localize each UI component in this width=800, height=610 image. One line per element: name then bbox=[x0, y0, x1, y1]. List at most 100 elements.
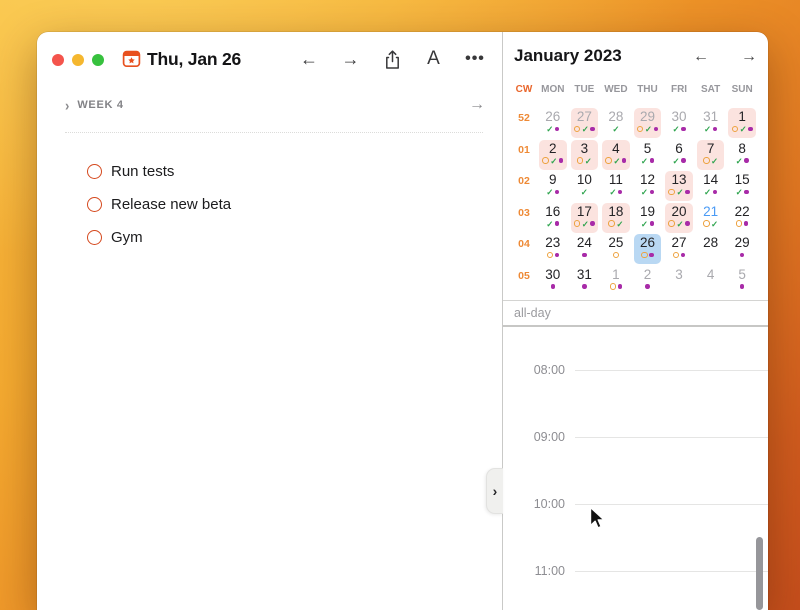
scrollbar-thumb[interactable] bbox=[756, 537, 763, 610]
open-task-circle-mark bbox=[547, 252, 554, 259]
sidebar-toggle-handle[interactable]: › bbox=[486, 468, 503, 514]
day-number: 3 bbox=[581, 141, 589, 156]
calendar-day-cell[interactable]: 30✓ bbox=[663, 108, 695, 140]
share-button[interactable] bbox=[379, 46, 405, 72]
calendar-day-cell[interactable]: 15✓ bbox=[726, 171, 758, 203]
calendar-day-cell[interactable]: 9✓ bbox=[537, 171, 569, 203]
hour-label: 09:00 bbox=[515, 430, 565, 444]
done-task-check-mark: ✓ bbox=[676, 219, 683, 229]
calendar-day-cell[interactable]: 1✓ bbox=[726, 108, 758, 140]
calendar-week-number: 04 bbox=[511, 234, 537, 266]
more-options-button[interactable]: ••• bbox=[462, 46, 488, 72]
open-task-circle-mark bbox=[668, 220, 675, 227]
event-dot-mark bbox=[744, 190, 749, 195]
calendar-week-number: 03 bbox=[511, 203, 537, 235]
cw-column-header: CW bbox=[511, 84, 537, 95]
calendar-day-cell[interactable]: 23 bbox=[537, 234, 569, 266]
calendar-day-cell[interactable]: 5 bbox=[726, 266, 758, 298]
forward-button[interactable]: → bbox=[338, 46, 364, 72]
calendar-day-cell[interactable]: 16✓ bbox=[537, 203, 569, 235]
calendar-day-cell[interactable]: 30 bbox=[537, 266, 569, 298]
calendar-day-cell[interactable]: 26✓ bbox=[537, 108, 569, 140]
calendar-day-cell[interactable]: 13✓ bbox=[663, 171, 695, 203]
calendar-day-cell[interactable]: 28✓ bbox=[600, 108, 632, 140]
back-button[interactable]: ← bbox=[296, 46, 322, 72]
open-task-circle-mark bbox=[608, 220, 615, 227]
calendar-day-cell[interactable]: 14✓ bbox=[695, 171, 727, 203]
calendar-week-row: 012✓3✓4✓5✓6✓7✓8✓ bbox=[503, 140, 768, 172]
calendar-day-cell[interactable]: 4✓ bbox=[600, 140, 632, 172]
calendar-day-cell[interactable]: 19✓ bbox=[632, 203, 664, 235]
minimize-window-button[interactable] bbox=[72, 54, 84, 66]
day-number: 1 bbox=[612, 267, 620, 282]
day-number: 31 bbox=[577, 267, 592, 282]
day-number: 5 bbox=[738, 267, 746, 282]
calendar-day-cell[interactable]: 7✓ bbox=[695, 140, 727, 172]
calendar-day-cell[interactable]: 10✓ bbox=[569, 171, 601, 203]
calendar-day-cell[interactable]: 8✓ bbox=[726, 140, 758, 172]
calendar-day-cell[interactable]: 2 bbox=[632, 266, 664, 298]
calendar-day-cell[interactable]: 1 bbox=[600, 266, 632, 298]
calendar-day-cell[interactable]: 26 bbox=[632, 234, 664, 266]
event-dot-mark bbox=[685, 221, 690, 226]
calendar-day-cell[interactable]: 6✓ bbox=[663, 140, 695, 172]
next-month-button[interactable]: → bbox=[741, 48, 757, 66]
open-task-circle-mark bbox=[574, 220, 581, 227]
calendar-day-cell[interactable]: 29 bbox=[726, 234, 758, 266]
open-task-circle-mark bbox=[610, 283, 617, 290]
calendar-day-cell[interactable]: 3 bbox=[663, 266, 695, 298]
todo-checkbox-circle[interactable] bbox=[87, 230, 102, 245]
day-number: 21 bbox=[703, 204, 718, 219]
calendar-day-cell[interactable]: 11✓ bbox=[600, 171, 632, 203]
calendar-day-cell[interactable]: 18✓ bbox=[600, 203, 632, 235]
calendar-day-cell[interactable]: 4 bbox=[695, 266, 727, 298]
zoom-window-button[interactable] bbox=[92, 54, 104, 66]
day-number: 1 bbox=[738, 109, 746, 124]
event-dot-mark bbox=[744, 221, 749, 226]
done-task-check-mark: ✓ bbox=[546, 219, 553, 229]
calendar-day-cell[interactable]: 24 bbox=[569, 234, 601, 266]
day-number: 12 bbox=[640, 172, 655, 187]
open-task-circle-mark bbox=[736, 220, 743, 227]
day-number: 20 bbox=[672, 204, 687, 219]
calendar-day-cell[interactable]: 27 bbox=[663, 234, 695, 266]
collapse-chevron-icon[interactable]: › bbox=[65, 96, 69, 113]
day-number: 4 bbox=[612, 141, 620, 156]
calendar-day-cell[interactable]: 21✓ bbox=[695, 203, 727, 235]
calendar-day-cell[interactable]: 3✓ bbox=[569, 140, 601, 172]
close-window-button[interactable] bbox=[52, 54, 64, 66]
calendar-day-cell[interactable]: 31 bbox=[569, 266, 601, 298]
event-dot-mark bbox=[681, 158, 686, 163]
calendar-day-cell[interactable]: 25 bbox=[600, 234, 632, 266]
todo-checkbox-circle[interactable] bbox=[87, 164, 102, 179]
calendar-day-cell[interactable]: 31✓ bbox=[695, 108, 727, 140]
calendar-day-cell[interactable]: 5✓ bbox=[632, 140, 664, 172]
all-day-section[interactable]: all-day bbox=[503, 300, 768, 327]
calendar-day-cell[interactable]: 20✓ bbox=[663, 203, 695, 235]
open-task-circle-mark bbox=[613, 252, 620, 259]
format-button[interactable]: A bbox=[421, 46, 447, 72]
done-task-check-mark: ✓ bbox=[609, 187, 616, 197]
todo-item[interactable]: Release new beta bbox=[87, 188, 231, 221]
event-dot-mark bbox=[582, 253, 587, 258]
todo-item[interactable]: Run tests bbox=[87, 155, 231, 188]
mini-calendar-grid: 5226✓27✓28✓29✓30✓31✓1✓012✓3✓4✓5✓6✓7✓8✓02… bbox=[503, 108, 768, 297]
mouse-cursor bbox=[589, 506, 606, 531]
done-task-check-mark: ✓ bbox=[704, 124, 711, 134]
done-task-check-mark: ✓ bbox=[672, 156, 679, 166]
calendar-day-cell[interactable]: 29✓ bbox=[632, 108, 664, 140]
calendar-day-cell[interactable]: 27✓ bbox=[569, 108, 601, 140]
todo-item[interactable]: Gym bbox=[87, 221, 231, 254]
day-timeline[interactable]: 08:0009:0010:0011:00 bbox=[503, 327, 768, 610]
day-number: 16 bbox=[545, 204, 560, 219]
prev-month-button[interactable]: ← bbox=[693, 48, 709, 66]
calendar-day-cell[interactable]: 17✓ bbox=[569, 203, 601, 235]
calendar-day-cell[interactable]: 22 bbox=[726, 203, 758, 235]
open-week-note-arrow[interactable]: → bbox=[469, 96, 485, 114]
calendar-day-cell[interactable]: 2✓ bbox=[537, 140, 569, 172]
todo-checkbox-circle[interactable] bbox=[87, 197, 102, 212]
week-header-row[interactable]: › WEEK 4 → bbox=[65, 96, 485, 114]
calendar-day-cell[interactable]: 12✓ bbox=[632, 171, 664, 203]
day-number: 2 bbox=[549, 141, 557, 156]
calendar-day-cell[interactable]: 28 bbox=[695, 234, 727, 266]
